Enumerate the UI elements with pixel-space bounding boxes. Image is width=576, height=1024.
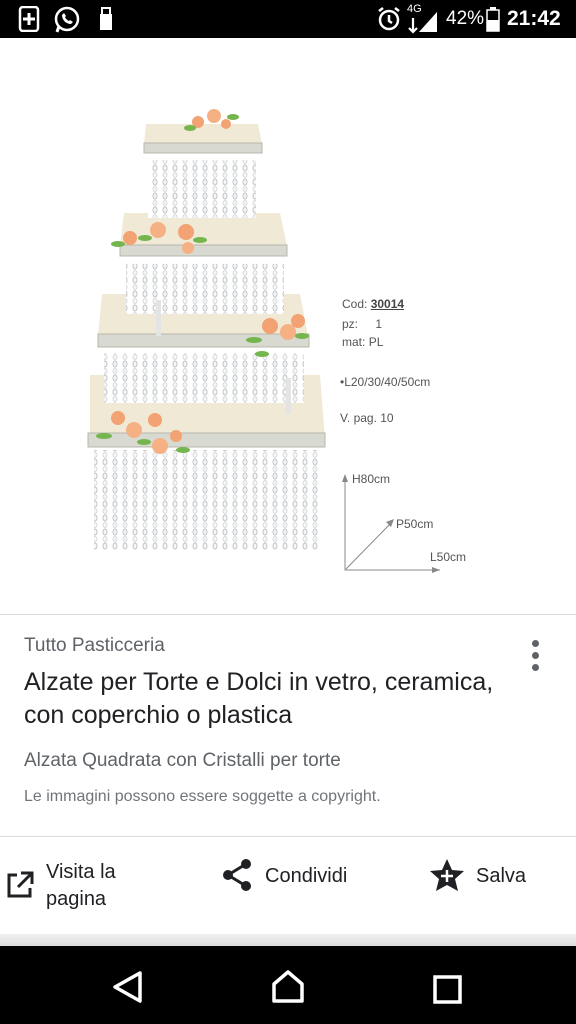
cake-stand-illustration [87, 109, 440, 573]
recents-icon[interactable] [432, 974, 464, 1011]
spec-pz-value: 1 [375, 317, 383, 331]
share-label: Condividi [265, 865, 348, 887]
result-image[interactable]: Cod: 30014 pz: 1 mat: PL •L20/30/40/50cm… [0, 38, 576, 614]
battery-percent: 42% [446, 8, 485, 29]
more-options-icon[interactable] [522, 636, 550, 676]
spec-code-label: Cod: [342, 297, 368, 311]
open-external-icon [5, 870, 35, 906]
result-title[interactable]: Alzate per Torte e Dolci in vetro, ceram… [24, 666, 504, 732]
share-icon [220, 858, 254, 898]
visit-label-line2: pagina [46, 888, 107, 910]
spec-code: Cod: 30014 [342, 297, 404, 311]
share-button[interactable]: Condividi [220, 858, 380, 898]
divider [0, 836, 576, 837]
status-bar: 4G 42% 21:42 [0, 0, 576, 38]
alarm-icon [377, 6, 401, 37]
save-button[interactable]: Salva [428, 858, 548, 898]
usb-icon [98, 6, 114, 37]
result-description: Alzata Quadrata con Cristalli per torte [24, 750, 341, 771]
signal-icon [407, 6, 439, 39]
spec-mat-label: mat: [342, 335, 366, 349]
spec-code-value: 30014 [370, 297, 405, 311]
back-icon[interactable] [110, 970, 146, 1009]
spec-mat-value: PL [368, 335, 384, 349]
save-label: Salva [476, 865, 527, 887]
visit-label-line1: Visita la [46, 861, 116, 883]
spec-page-ref: V. pag. 10 [340, 411, 394, 425]
spec-sizes: •L20/30/40/50cm [340, 375, 431, 389]
star-add-icon [428, 858, 466, 900]
battery-icon [486, 6, 500, 37]
spec-mat: mat: PL [342, 335, 383, 349]
navigation-bar [0, 946, 576, 1024]
clock: 21:42 [507, 7, 561, 30]
divider [0, 614, 576, 615]
home-icon[interactable] [270, 969, 306, 1010]
visit-page-button[interactable]: Visita la pagina [0, 860, 180, 912]
spec-pz-label: pz: [342, 317, 359, 331]
source-name[interactable]: Tutto Pasticceria [24, 635, 165, 657]
spec-pz: pz: 1 [342, 317, 382, 331]
spec-length: L50cm [430, 550, 467, 564]
tablet-plus-icon [18, 5, 40, 37]
whatsapp-icon [53, 6, 81, 39]
copyright-notice: Le immagini possono essere soggette a co… [24, 788, 381, 805]
spec-height: H80cm [352, 472, 391, 486]
spec-depth: P50cm [396, 517, 434, 531]
bottom-shadow [0, 934, 576, 946]
